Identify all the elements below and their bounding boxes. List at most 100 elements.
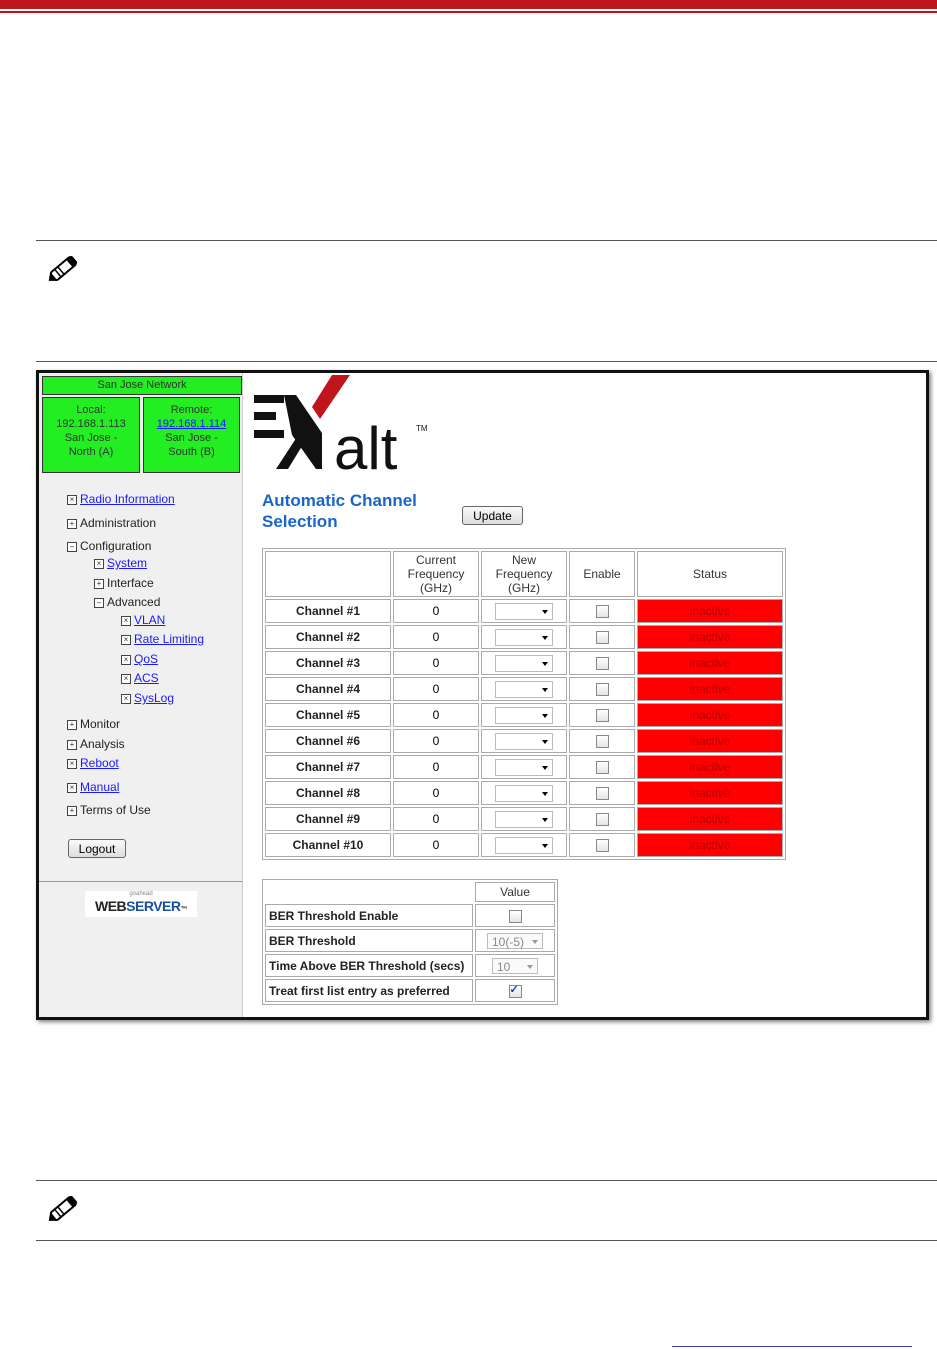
nav-interface[interactable]: + Interface (94, 576, 154, 590)
leaf-box-icon: × (121, 655, 131, 665)
leaf-box-icon: × (121, 635, 131, 645)
status-badge: inactive (637, 703, 783, 727)
nav-radio-information[interactable]: × Radio Information (67, 492, 175, 506)
expand-plus-icon[interactable]: + (67, 740, 77, 750)
chevron-down-icon (542, 817, 548, 822)
nav-vlan[interactable]: × VLAN (121, 613, 165, 627)
new-frequency-select[interactable] (495, 602, 553, 620)
table-row: Channel #6 0 inactive (265, 729, 783, 753)
logout-button[interactable]: Logout (68, 839, 126, 858)
nav-syslog[interactable]: × SysLog (121, 691, 174, 705)
expand-plus-icon[interactable]: + (67, 806, 77, 816)
chevron-down-icon (542, 609, 548, 614)
remote-ip-link[interactable]: 192.168.1.114 (157, 418, 227, 430)
channel-name: Channel #6 (265, 729, 391, 753)
header-red-line (0, 11, 937, 13)
expand-plus-icon[interactable]: + (67, 519, 77, 529)
new-frequency-select[interactable] (495, 680, 553, 698)
collapse-minus-icon[interactable]: − (67, 542, 77, 552)
new-frequency-select[interactable] (495, 784, 553, 802)
webserver-web: WEB (95, 898, 127, 914)
status-badge: inactive (637, 755, 783, 779)
remote-site-line2: South (B) (168, 446, 215, 458)
table-row: Channel #9 0 inactive (265, 807, 783, 831)
enable-checkbox[interactable] (595, 761, 609, 775)
nav-manual[interactable]: × Manual (67, 780, 119, 794)
new-frequency-select[interactable] (495, 810, 553, 828)
expand-plus-icon[interactable]: + (67, 720, 77, 730)
enable-checkbox[interactable] (595, 683, 609, 697)
enable-checkbox[interactable] (595, 657, 609, 671)
channel-name: Channel #7 (265, 755, 391, 779)
time-above-threshold-select[interactable]: 10 (492, 957, 538, 974)
ber-header-row: Value (265, 882, 555, 902)
nav-reboot[interactable]: × Reboot (67, 756, 119, 770)
channel-name: Channel #8 (265, 781, 391, 805)
nav-rate-limiting[interactable]: × Rate Limiting (121, 632, 204, 646)
table-row: Treat first list entry as preferred (265, 979, 555, 1002)
expand-plus-icon[interactable]: + (94, 579, 104, 589)
ber-threshold-select[interactable]: 10(-5) (487, 932, 543, 949)
channel-name: Channel #3 (265, 651, 391, 675)
channel-name: Channel #10 (265, 833, 391, 857)
enable-checkbox[interactable] (595, 631, 609, 645)
exalt-logo: alt TM (254, 375, 428, 471)
local-node: Local: 192.168.1.113 San Jose - North (A… (42, 397, 140, 473)
nav-monitor[interactable]: + Monitor (67, 717, 120, 731)
new-frequency-select[interactable] (495, 628, 553, 646)
new-frequency-select[interactable] (495, 836, 553, 854)
header-new-frequency: New Frequency (GHz) (481, 551, 567, 597)
leaf-box-icon: × (67, 495, 77, 505)
enable-checkbox[interactable] (595, 735, 609, 749)
remote-site-line1: San Jose - (165, 432, 218, 444)
new-frequency-select[interactable] (495, 706, 553, 724)
header-blank (265, 551, 391, 597)
header-current-frequency: Current Frequency (GHz) (393, 551, 479, 597)
nav-qos[interactable]: × QoS (121, 652, 158, 666)
nav-system[interactable]: × System (94, 556, 147, 570)
webserver-server: SERVER (126, 898, 181, 914)
status-badge: inactive (637, 729, 783, 753)
enable-checkbox[interactable] (595, 787, 609, 801)
new-frequency-select[interactable] (495, 758, 553, 776)
table-row: Channel #4 0 inactive (265, 677, 783, 701)
enable-checkbox[interactable] (595, 605, 609, 619)
leaf-box-icon: × (94, 559, 104, 569)
channel-name: Channel #9 (265, 807, 391, 831)
table-row: BER Threshold 10(-5) (265, 929, 555, 952)
update-button[interactable]: Update (462, 506, 523, 525)
channel-name: Channel #5 (265, 703, 391, 727)
leaf-box-icon: × (67, 759, 77, 769)
current-frequency: 0 (393, 729, 479, 753)
enable-checkbox[interactable] (595, 709, 609, 723)
ber-threshold-label: BER Threshold (265, 929, 473, 952)
nav-configuration[interactable]: − Configuration (67, 539, 151, 553)
status-badge: inactive (637, 781, 783, 805)
sidebar-divider (39, 881, 242, 882)
collapse-minus-icon[interactable]: − (94, 598, 104, 608)
nav-acs[interactable]: × ACS (121, 671, 159, 685)
new-frequency-select[interactable] (495, 654, 553, 672)
remote-label: Remote: (170, 404, 213, 416)
current-frequency: 0 (393, 781, 479, 805)
status-badge: inactive (637, 677, 783, 701)
nav-advanced[interactable]: − Advanced (94, 595, 160, 609)
enable-checkbox[interactable] (595, 813, 609, 827)
chevron-down-icon (542, 661, 548, 666)
nav-terms-of-use[interactable]: + Terms of Use (67, 803, 151, 817)
logo-tm: TM (416, 424, 428, 433)
new-frequency-select[interactable] (495, 732, 553, 750)
page-title: Automatic Channel Selection (262, 491, 417, 531)
network-panel: San Jose Network Local: 192.168.1.113 Sa… (42, 376, 242, 473)
status-badge: inactive (637, 651, 783, 675)
enable-checkbox[interactable] (595, 839, 609, 853)
local-label: Local: (76, 404, 106, 416)
chevron-down-icon (527, 964, 533, 969)
nav-analysis[interactable]: + Analysis (67, 737, 125, 751)
ber-table: Value BER Threshold Enable BER Threshold… (262, 879, 558, 1005)
channel-table-header: Current Frequency (GHz) New Frequency (GHz) … (265, 551, 783, 597)
nav-administration[interactable]: + Administration (67, 516, 156, 530)
preferred-entry-checkbox[interactable] (508, 983, 522, 998)
local-site-line1: San Jose - (64, 432, 118, 444)
ber-threshold-enable-checkbox[interactable] (508, 909, 522, 923)
